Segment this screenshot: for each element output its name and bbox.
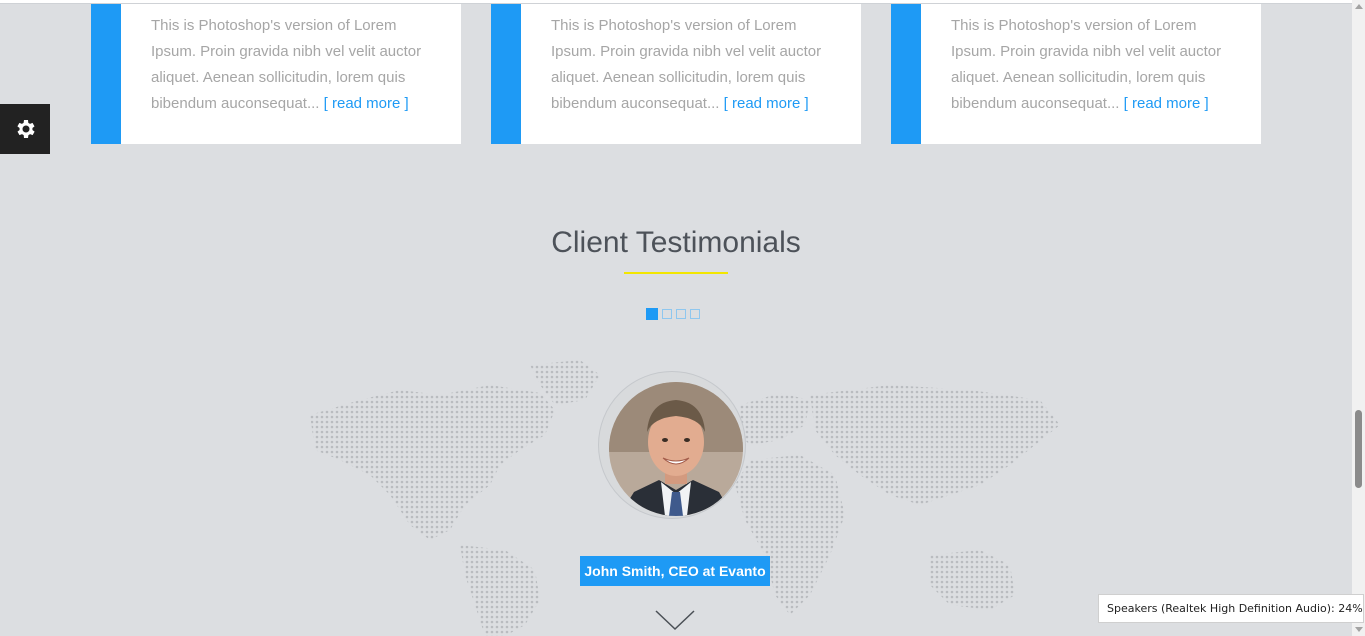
settings-toggle-button[interactable]	[0, 104, 50, 154]
read-more-link[interactable]: [ read more ]	[324, 95, 409, 112]
section-title: Client Testimonials	[551, 226, 801, 259]
card-accent-bar	[891, 4, 921, 144]
gear-icon	[17, 120, 35, 138]
scroll-down-arrow-icon[interactable]	[1355, 627, 1363, 632]
service-card-1: This is Photoshop's version of Lorem Ips…	[91, 4, 461, 144]
card-accent-bar	[491, 4, 521, 144]
card-text: This is Photoshop's version of Lorem Ips…	[951, 13, 1241, 117]
slider-dot-3[interactable]	[676, 309, 686, 319]
read-more-link[interactable]: [ read more ]	[1124, 95, 1209, 112]
vertical-scrollbar[interactable]	[1352, 0, 1365, 636]
scrollbar-thumb[interactable]	[1355, 410, 1362, 488]
volume-tooltip: Speakers (Realtek High Definition Audio)…	[1098, 594, 1364, 623]
scroll-up-arrow-icon[interactable]	[1355, 4, 1363, 9]
card-text: This is Photoshop's version of Lorem Ips…	[151, 13, 441, 117]
card-accent-bar	[91, 4, 121, 144]
read-more-link[interactable]: [ read more ]	[724, 95, 809, 112]
card-text: This is Photoshop's version of Lorem Ips…	[551, 13, 841, 117]
slider-dot-2[interactable]	[662, 309, 672, 319]
client-avatar	[609, 382, 743, 516]
title-underline	[624, 272, 728, 274]
chevron-down-icon[interactable]	[654, 608, 696, 632]
slider-dot-4[interactable]	[690, 309, 700, 319]
slider-pagination	[646, 308, 700, 320]
slider-dot-1[interactable]	[646, 308, 658, 320]
client-name-label: John Smith, CEO at Evanto	[580, 556, 770, 586]
service-card-2: This is Photoshop's version of Lorem Ips…	[491, 4, 861, 144]
service-card-3: This is Photoshop's version of Lorem Ips…	[891, 4, 1261, 144]
